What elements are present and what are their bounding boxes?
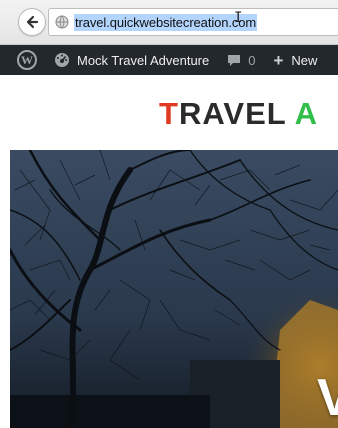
hero-heading: V [317, 369, 338, 427]
dashboard-gauge-icon [55, 53, 69, 67]
plus-icon: + [273, 50, 284, 70]
url-text[interactable]: travel.quickwebsitecreation.com [74, 13, 258, 31]
comment-count: 0 [248, 52, 256, 68]
admin-bar-comments[interactable]: 0 [227, 53, 255, 68]
site-logo[interactable]: TRAVEL A [159, 96, 318, 132]
site-name-label: Mock Travel Adventure [77, 52, 210, 68]
wordpress-logo-letter: W [21, 52, 33, 67]
site-header: TRAVEL A [10, 75, 338, 150]
logo-second-initial: A [294, 96, 318, 131]
browser-toolbar: travel.quickwebsitecreation.com I [0, 0, 338, 45]
logo-first-letter: T [159, 96, 179, 131]
text-cursor-icon: I [234, 10, 243, 26]
comment-bubble-icon [228, 54, 241, 66]
hero-banner: V [10, 150, 338, 428]
address-bar[interactable]: travel.quickwebsitecreation.com [48, 8, 338, 36]
admin-bar-site-name[interactable]: Mock Travel Adventure [54, 52, 209, 68]
hero-tree-branches-image [10, 150, 338, 428]
back-button[interactable] [18, 8, 46, 36]
screenshot-frame: travel.quickwebsitecreation.com I W Mock… [0, 0, 338, 428]
wordpress-logo-icon[interactable]: W [17, 50, 37, 70]
page-left-margin [0, 75, 10, 428]
admin-bar-new[interactable]: + New [273, 52, 317, 69]
back-arrow-icon [26, 15, 39, 29]
logo-middle: RAVEL [178, 96, 295, 131]
globe-icon [55, 15, 69, 29]
new-label: New [291, 52, 318, 68]
wp-admin-bar: W Mock Travel Adventure 0 + New [0, 45, 338, 75]
